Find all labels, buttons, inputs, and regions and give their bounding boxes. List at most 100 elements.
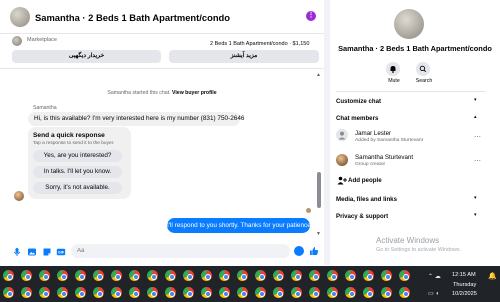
mute-label: Mute [388, 78, 400, 84]
browser-app-icon[interactable] [93, 270, 104, 281]
listing-thumbnail[interactable] [12, 36, 22, 46]
chat-members-section[interactable]: Chat members [336, 115, 378, 122]
browser-app-icon[interactable] [381, 270, 392, 281]
thumbs-up-icon[interactable] [309, 246, 319, 256]
quick-response-subtitle: Tap a response to send it to the buyer. [33, 141, 115, 146]
chevron-down-icon[interactable]: ▾ [474, 97, 477, 103]
browser-app-icon[interactable] [3, 287, 14, 298]
browser-app-icon[interactable] [75, 287, 86, 298]
browser-app-icon[interactable] [363, 287, 374, 298]
chat-info-avatar[interactable] [394, 9, 424, 39]
browser-app-icon[interactable] [21, 287, 32, 298]
browser-app-icon[interactable] [21, 270, 32, 281]
browser-app-icon[interactable] [381, 287, 392, 298]
chat-title[interactable]: Samantha · 2 Beds 1 Bath Apartment/condo [35, 12, 230, 23]
notification-bell-icon[interactable]: 🔔 [488, 272, 497, 280]
scrollbar-thumb[interactable] [317, 172, 321, 208]
quick-response-option[interactable]: Sorry, it's not available. [33, 182, 122, 194]
browser-app-icon[interactable] [57, 287, 68, 298]
outgoing-message: I'll respond to you shortly. Thanks for … [167, 218, 311, 233]
browser-app-icon[interactable] [165, 270, 176, 281]
chevron-down-icon[interactable]: ▾ [474, 195, 477, 201]
chat-avatar[interactable] [10, 7, 30, 27]
browser-app-icon[interactable] [237, 270, 248, 281]
browser-app-icon[interactable] [201, 270, 212, 281]
browser-app-icon[interactable] [183, 270, 194, 281]
browser-app-icon[interactable] [111, 287, 122, 298]
sticker-icon[interactable] [42, 247, 52, 257]
quick-response-option[interactable]: In talks. I'll let you know. [33, 166, 122, 178]
browser-app-icon[interactable] [345, 287, 356, 298]
network-volume-icons[interactable]: ▭ ◖ [428, 290, 439, 297]
clock-time[interactable]: 12:15 AM [452, 272, 476, 278]
browser-app-icon[interactable] [93, 287, 104, 298]
scroll-down-icon[interactable]: ▼ [316, 231, 321, 237]
more-horizontal-icon[interactable]: ⋯ [474, 133, 481, 141]
scroll-up-icon[interactable]: ▲ [316, 72, 321, 78]
media-files-links-section[interactable]: Media, files and links [336, 196, 397, 203]
bell-icon[interactable] [386, 62, 400, 76]
marketplace-label: Marketplace [27, 37, 57, 43]
marketplace-left-button[interactable]: خریدار دیگهیی [12, 50, 161, 63]
browser-app-icon[interactable] [165, 287, 176, 298]
browser-app-icon[interactable] [147, 287, 158, 298]
buyer-avatar[interactable] [14, 191, 24, 201]
browser-app-icon[interactable] [363, 270, 374, 281]
browser-app-icon[interactable] [147, 270, 158, 281]
browser-app-icon[interactable] [345, 270, 356, 281]
browser-app-icon[interactable] [273, 287, 284, 298]
photo-icon[interactable] [27, 247, 37, 257]
browser-app-icon[interactable] [309, 270, 320, 281]
activate-windows-title: Activate Windows [376, 236, 440, 245]
member-subtitle: Added by Samantha Sturtevant [355, 138, 423, 143]
chevron-down-icon[interactable]: ▾ [474, 212, 477, 218]
browser-app-icon[interactable] [39, 270, 50, 281]
add-person-icon[interactable] [337, 176, 347, 185]
browser-app-icon[interactable] [255, 287, 266, 298]
customize-chat-section[interactable]: Customize chat [336, 98, 381, 105]
clock-date[interactable]: 10/2/2025 [452, 291, 477, 297]
member-avatar[interactable] [336, 129, 348, 141]
browser-app-icon[interactable] [273, 270, 284, 281]
browser-app-icon[interactable] [129, 270, 140, 281]
browser-app-icon[interactable] [291, 270, 302, 281]
microphone-icon[interactable] [12, 247, 22, 257]
clock-day[interactable]: Thursday [453, 282, 476, 288]
browser-app-icon[interactable] [39, 287, 50, 298]
emoji-icon[interactable] [294, 246, 304, 256]
browser-app-icon[interactable] [183, 287, 194, 298]
browser-app-icon[interactable] [291, 287, 302, 298]
browser-app-icon[interactable] [237, 287, 248, 298]
browser-app-icon[interactable] [255, 270, 266, 281]
browser-app-icon[interactable] [327, 270, 338, 281]
browser-app-icon[interactable] [111, 270, 122, 281]
taskbar-apps-row [3, 287, 410, 298]
browser-app-icon[interactable] [57, 270, 68, 281]
taskbar-apps-row [3, 270, 410, 281]
browser-app-icon[interactable] [201, 287, 212, 298]
browser-app-icon[interactable] [309, 287, 320, 298]
browser-app-icon[interactable] [399, 270, 410, 281]
marketplace-right-button[interactable]: مزید آیشنز [169, 50, 319, 63]
browser-app-icon[interactable] [75, 270, 86, 281]
browser-app-icon[interactable] [399, 287, 410, 298]
privacy-support-section[interactable]: Privacy & support [336, 213, 388, 220]
add-people-button[interactable]: Add people [348, 177, 382, 184]
gif-icon[interactable]: GIF [56, 247, 66, 257]
system-tray-icons[interactable]: ⌃ ☁ [428, 273, 441, 280]
member-avatar[interactable] [336, 154, 348, 166]
chevron-up-icon[interactable]: ▴ [474, 114, 477, 120]
listing-summary[interactable]: 2 Beds 1 Bath Apartment/condo · $1,150 [210, 41, 309, 47]
panel-separator [336, 91, 486, 92]
browser-app-icon[interactable] [3, 270, 14, 281]
more-horizontal-icon[interactable]: ⋯ [474, 157, 481, 165]
browser-app-icon[interactable] [219, 270, 230, 281]
browser-app-icon[interactable] [129, 287, 140, 298]
more-options-icon[interactable]: ⋮ [306, 11, 316, 21]
view-buyer-profile-link[interactable]: View buyer profile [172, 90, 217, 96]
browser-app-icon[interactable] [219, 287, 230, 298]
search-icon[interactable] [416, 62, 430, 76]
quick-response-option[interactable]: Yes, are you interested? [33, 150, 122, 162]
message-input[interactable] [71, 244, 290, 258]
browser-app-icon[interactable] [327, 287, 338, 298]
